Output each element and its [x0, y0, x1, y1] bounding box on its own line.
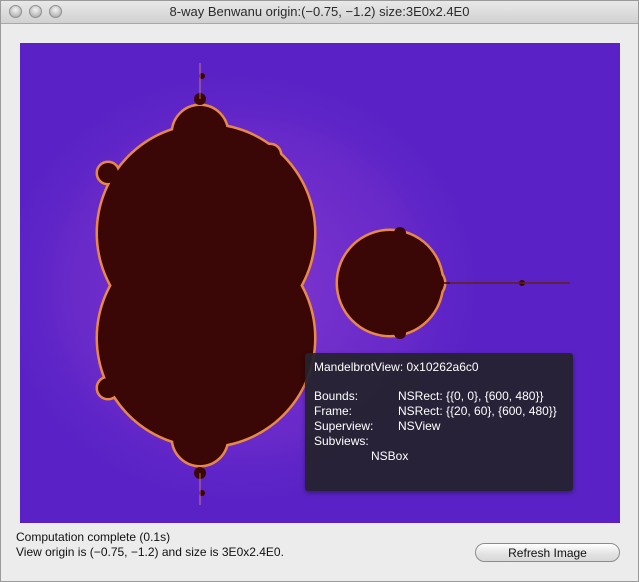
status-line-2: View origin is (−0.75, −1.2) and size is… [16, 545, 284, 559]
app-window: 8-way Benwanu origin:(−0.75, −1.2) size:… [0, 0, 639, 582]
refresh-image-button[interactable]: Refresh Image [475, 543, 620, 562]
debug-tooltip: MandelbrotView: 0x10262a6c0 Bounds: NSRe… [305, 353, 573, 491]
tooltip-key-frame: Frame: [314, 404, 353, 418]
tooltip-value-superview: NSView [398, 419, 441, 433]
tooltip-value-frame: NSRect: {{20, 60}, {600, 480}} [398, 404, 557, 418]
tooltip-title: MandelbrotView: 0x10262a6c0 [314, 360, 479, 374]
tooltip-key-superview: Superview: [314, 419, 374, 433]
title-bar[interactable]: 8-way Benwanu origin:(−0.75, −1.2) size:… [1, 1, 638, 24]
window-title: 8-way Benwanu origin:(−0.75, −1.2) size:… [169, 4, 470, 19]
status-line-1: Computation complete (0.1s) [16, 530, 171, 544]
tooltip-key-bounds: Bounds: [314, 389, 359, 403]
tooltip-value-bounds: NSRect: {{0, 0}, {600, 480}} [398, 389, 544, 403]
tooltip-key-subviews: Subviews: [314, 434, 369, 448]
tooltip-subview-item: NSBox [371, 449, 409, 463]
